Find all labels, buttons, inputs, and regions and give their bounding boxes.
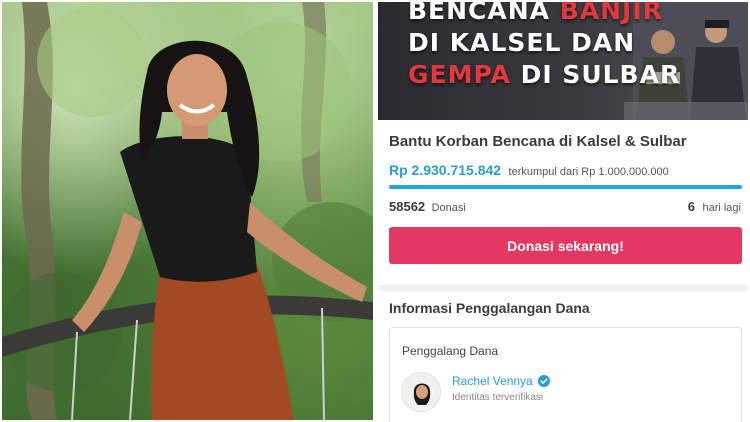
progress-bar-fill [389, 185, 742, 189]
fundraiser-name-row[interactable]: Rachel Vennya [452, 374, 550, 388]
progress-bar [389, 185, 742, 189]
donors-count: 58562 [389, 199, 426, 214]
banner-line-3: GEMPA DI SULBAR [408, 60, 681, 89]
campaign-summary-card: Bantu Korban Bencana di Kalsel & Sulbar … [378, 120, 748, 285]
amount-collected: Rp 2.930.715.842 [389, 162, 502, 178]
fundraiser-avatar[interactable] [401, 372, 441, 412]
fundraiser-photo [2, 2, 373, 420]
fundraiser-name[interactable]: Rachel Vennya [452, 374, 533, 388]
campaign-title: Bantu Korban Bencana di Kalsel & Sulbar [389, 133, 687, 150]
photo-illustration [2, 2, 373, 420]
donors-label: Donasi [431, 202, 466, 214]
avatar-illustration [402, 373, 440, 411]
campaign-panel: BENCANA BANJIR DI KALSEL DAN GEMPA DI SU… [378, 0, 750, 422]
fundraiser-label: Penggalang Dana [402, 344, 499, 358]
fundraising-info-title: Informasi Penggalangan Dana [389, 300, 590, 316]
banner-line-2: DI KALSEL DAN [408, 28, 636, 57]
amount-row: Rp 2.930.715.842 terkumpul dari Rp 1.000… [389, 162, 669, 180]
days-left-label: hari lagi [702, 202, 741, 214]
collected-target-text: terkumpul dari Rp 1.000.000.000 [508, 166, 669, 178]
verified-identity-text: Identitas terverifikasi [452, 392, 544, 403]
fundraising-info-section: Informasi Penggalangan Dana Penggalang D… [378, 291, 748, 422]
fundraiser-box[interactable]: Penggalang Dana Rachel Vennya Identitas … [389, 327, 742, 422]
campaign-banner[interactable]: BENCANA BANJIR DI KALSEL DAN GEMPA DI SU… [378, 2, 748, 120]
donate-now-button[interactable]: Donasi sekarang! [389, 227, 742, 264]
days-left-stat: 6 hari lagi [688, 198, 741, 216]
days-left-count: 6 [687, 199, 696, 214]
donors-stat: 58562 Donasi [389, 198, 466, 216]
banner-line-1: BENCANA BANJIR [408, 2, 663, 25]
verified-badge-icon [537, 375, 550, 387]
